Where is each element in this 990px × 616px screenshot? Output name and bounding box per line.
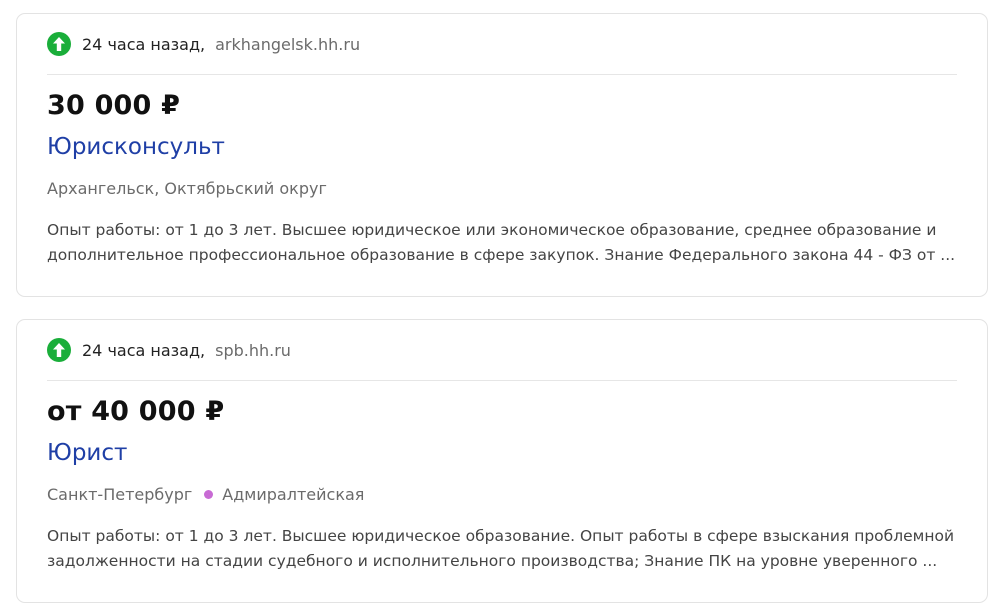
vacancy-feed: 24 часа назад, arkhangelsk.hh.ru 30 000 … (0, 0, 990, 616)
metro-line-dot-icon (204, 490, 214, 499)
posted-time: 24 часа назад (82, 34, 201, 54)
vacancy-card[interactable]: 24 часа назад, spb.hh.ru от 40 000 ₽ Юри… (16, 319, 988, 603)
meta-separator: , (200, 34, 206, 54)
salary: 30 000 ₽ (47, 90, 181, 121)
vacancy-description: Опыт работы: от 1 до 3 лет. Высшее юриди… (47, 218, 967, 268)
posted-time: 24 часа назад (82, 340, 201, 360)
card-divider (47, 74, 957, 75)
vacancy-location: Архангельск, Октябрьский округ (47, 179, 327, 198)
vacancy-description: Опыт работы: от 1 до 3 лет. Высшее юриди… (47, 524, 967, 574)
vacancy-location: Санкт-Петербург Адмиралтейская (47, 485, 364, 504)
card-divider (47, 380, 957, 381)
meta-separator: , (200, 340, 206, 360)
vacancy-meta: 24 часа назад, arkhangelsk.hh.ru (47, 31, 360, 57)
arrow-up-circle-icon (47, 32, 71, 56)
source-link[interactable]: spb.hh.ru (215, 341, 291, 360)
location-text: Санкт-Петербург (47, 485, 193, 504)
vacancy-title-link[interactable]: Юрисконсульт (47, 134, 225, 160)
arrow-up-circle-icon (47, 338, 71, 362)
description-line: Опыт работы: от 1 до 3 лет. Высшее юриди… (47, 527, 955, 545)
metro-station: Адмиралтейская (222, 485, 365, 504)
source-link[interactable]: arkhangelsk.hh.ru (215, 35, 360, 54)
vacancy-card[interactable]: 24 часа назад, arkhangelsk.hh.ru 30 000 … (16, 13, 988, 297)
description-line: Опыт работы: от 1 до 3 лет. Высшее юриди… (47, 221, 937, 239)
salary: от 40 000 ₽ (47, 396, 225, 427)
description-line: дополнительное профессиональное образова… (47, 246, 956, 264)
vacancy-title-link[interactable]: Юрист (47, 440, 127, 466)
vacancy-meta: 24 часа назад, spb.hh.ru (47, 337, 291, 363)
location-text: Архангельск, Октябрьский округ (47, 179, 327, 198)
description-line: задолженности на стадии судебного и испо… (47, 552, 938, 570)
